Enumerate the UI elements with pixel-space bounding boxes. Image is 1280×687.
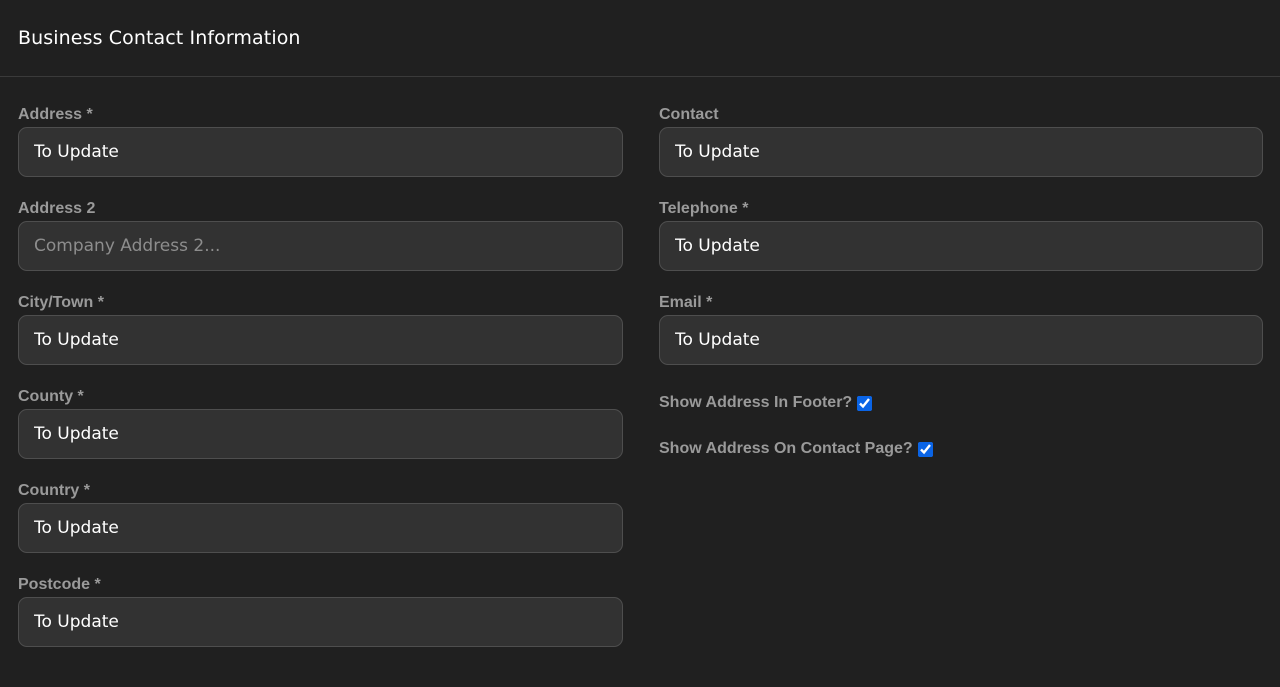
telephone-input[interactable] — [659, 221, 1263, 271]
country-field-group: Country * — [18, 478, 623, 572]
email-field-group: Email * — [659, 290, 1263, 384]
right-column: Contact Telephone * Email * Show Address… — [659, 102, 1263, 460]
show-address-contact-label: Show Address On Contact Page? — [659, 440, 913, 457]
postcode-input[interactable] — [18, 597, 623, 647]
show-address-footer-checkbox[interactable] — [857, 395, 873, 411]
contact-label: Contact — [659, 106, 719, 123]
contact-field-group: Contact — [659, 102, 1263, 196]
telephone-field-group: Telephone * — [659, 196, 1263, 290]
address2-input[interactable] — [18, 221, 623, 271]
city-label: City/Town * — [18, 294, 104, 311]
county-input[interactable] — [18, 409, 623, 459]
address-input[interactable] — [18, 127, 623, 177]
show-address-footer-label: Show Address In Footer? — [659, 394, 853, 411]
email-label: Email * — [659, 294, 713, 311]
address2-label: Address 2 — [18, 200, 96, 217]
panel-header: Business Contact Information — [0, 0, 1280, 77]
business-contact-panel: Business Contact Information Address * A… — [0, 0, 1280, 687]
show-address-footer-row: Show Address In Footer? — [659, 392, 1263, 414]
contact-input[interactable] — [659, 127, 1263, 177]
show-address-contact-row: Show Address On Contact Page? — [659, 438, 1263, 460]
address2-field-group: Address 2 — [18, 196, 623, 290]
email-input[interactable] — [659, 315, 1263, 365]
address-label: Address * — [18, 106, 93, 123]
show-address-contact-checkbox[interactable] — [917, 441, 933, 457]
country-input[interactable] — [18, 503, 623, 553]
address-field-group: Address * — [18, 102, 623, 196]
panel-title: Business Contact Information — [18, 27, 301, 49]
city-field-group: City/Town * — [18, 290, 623, 384]
country-label: Country * — [18, 482, 90, 499]
county-field-group: County * — [18, 384, 623, 478]
postcode-field-group: Postcode * — [18, 572, 623, 666]
postcode-label: Postcode * — [18, 576, 101, 593]
county-label: County * — [18, 388, 84, 405]
left-column: Address * Address 2 City/Town * County *… — [18, 102, 623, 666]
city-input[interactable] — [18, 315, 623, 365]
telephone-label: Telephone * — [659, 200, 749, 217]
